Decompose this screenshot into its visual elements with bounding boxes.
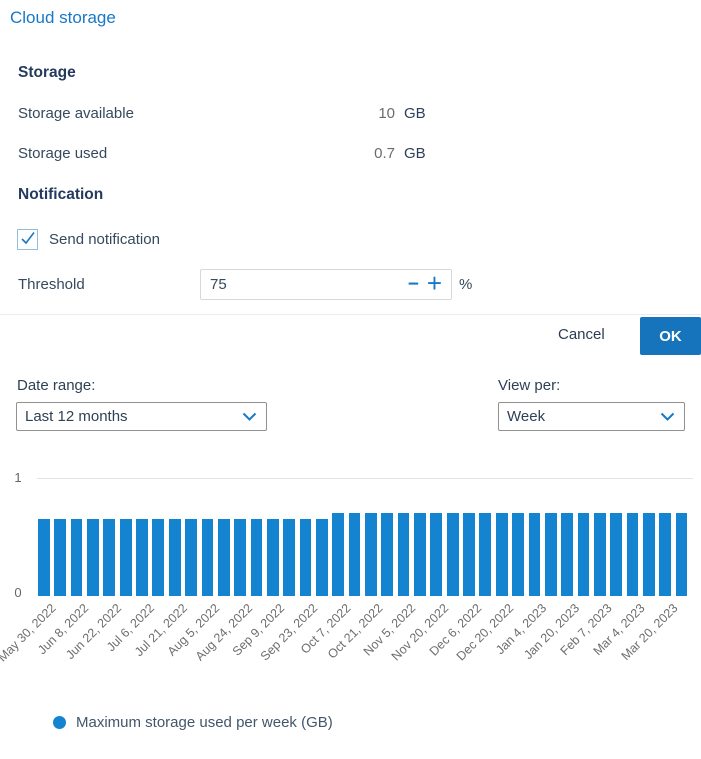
storage-available-unit: GB <box>404 105 430 122</box>
chart-bar <box>659 513 671 596</box>
chart-bar <box>381 513 393 596</box>
chart-bar <box>71 519 83 596</box>
chart-bar <box>54 519 66 596</box>
chart-bar <box>561 513 573 596</box>
chart-bar <box>627 513 639 596</box>
storage-section-heading: Storage <box>18 64 76 82</box>
threshold-input[interactable] <box>201 276 402 293</box>
legend-label: Maximum storage used per week (GB) <box>76 714 333 731</box>
y-axis-tick-min: 0 <box>9 585 27 600</box>
view-per-label: View per: <box>498 377 560 394</box>
chart-bar <box>136 519 148 596</box>
chart-bar <box>103 519 115 596</box>
storage-used-label: Storage used <box>18 145 374 162</box>
chart-bar <box>300 519 312 596</box>
cloud-storage-panel: Cloud storage Storage Storage available … <box>0 0 701 759</box>
legend-dot-icon <box>53 716 66 729</box>
chart-bar <box>283 519 295 596</box>
view-per-dropdown[interactable]: Week <box>498 402 685 431</box>
date-range-label: Date range: <box>17 377 95 394</box>
page-title[interactable]: Cloud storage <box>10 8 116 28</box>
chart-bar <box>234 519 246 596</box>
x-axis-labels: May 30, 2022Jun 8, 2022Jun 22, 2022Jul 6… <box>0 601 701 711</box>
chart-bar <box>169 519 181 596</box>
chart-bar <box>365 513 377 596</box>
cancel-button[interactable]: Cancel <box>558 326 605 343</box>
chart-bar <box>87 519 99 596</box>
chart-bar <box>610 513 622 596</box>
chart-bar <box>430 513 442 596</box>
chart-bar <box>463 513 475 596</box>
storage-available-label: Storage available <box>18 105 378 122</box>
chart-bar <box>185 519 197 596</box>
chart-bar <box>643 513 655 596</box>
chart-bar <box>267 519 279 596</box>
storage-used-unit: GB <box>404 145 430 162</box>
threshold-spinner: − + <box>200 269 452 300</box>
chart-bar <box>349 513 361 596</box>
date-range-dropdown[interactable]: Last 12 months <box>16 402 267 431</box>
storage-available-row: Storage available 10 GB <box>18 105 430 122</box>
chart-bar <box>676 513 688 596</box>
chevron-down-icon <box>660 412 684 422</box>
chart-bar <box>479 513 491 596</box>
chart-bar <box>447 513 459 596</box>
chart-bar <box>202 519 214 596</box>
chart-bar <box>251 519 263 596</box>
chart-bar <box>594 513 606 596</box>
chart-bar <box>120 519 132 596</box>
storage-used-value: 0.7 <box>374 145 395 162</box>
chart-bar <box>332 513 344 596</box>
chart-bar <box>529 513 541 596</box>
chart-bar <box>38 519 50 596</box>
threshold-unit: % <box>459 276 472 293</box>
chart-bar <box>414 513 426 596</box>
chevron-down-icon <box>242 412 266 422</box>
chart-bar <box>218 519 230 596</box>
bar-chart <box>38 478 692 596</box>
notification-section-heading: Notification <box>18 186 103 204</box>
minus-icon[interactable]: − <box>402 271 425 298</box>
ok-button[interactable]: OK <box>640 317 701 355</box>
storage-used-row: Storage used 0.7 GB <box>18 145 430 162</box>
chart-bar <box>316 519 328 596</box>
date-range-value: Last 12 months <box>17 408 242 425</box>
chart-bar <box>545 513 557 596</box>
storage-available-value: 10 <box>378 105 395 122</box>
plus-icon[interactable]: + <box>425 270 451 297</box>
send-notification-row: Send notification <box>17 229 160 250</box>
chart-bar <box>512 513 524 596</box>
chart-legend: Maximum storage used per week (GB) <box>53 714 333 731</box>
threshold-label: Threshold <box>18 276 85 293</box>
view-per-value: Week <box>499 408 660 425</box>
send-notification-label: Send notification <box>49 231 160 248</box>
chart-bar <box>578 513 590 596</box>
send-notification-checkbox[interactable] <box>17 229 38 250</box>
chart-bar <box>152 519 164 596</box>
y-axis-tick-max: 1 <box>9 470 27 485</box>
chart-bar <box>496 513 508 596</box>
chart-bar <box>398 513 410 596</box>
actions-divider <box>0 314 701 315</box>
